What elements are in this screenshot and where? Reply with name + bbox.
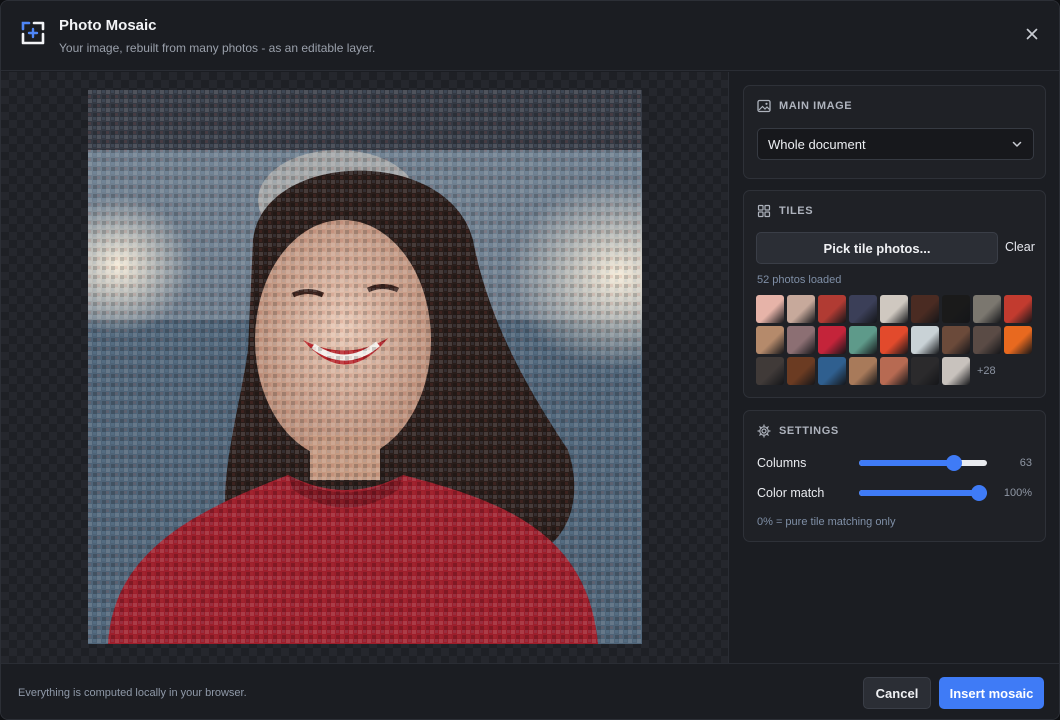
tile-thumbnail bbox=[849, 357, 877, 385]
color-match-hint: 0% = pure tile matching only bbox=[757, 516, 896, 528]
main-image-select[interactable]: Whole document bbox=[757, 128, 1034, 160]
tile-thumbnail bbox=[756, 357, 784, 385]
main-image-card: MAIN IMAGE Whole document bbox=[743, 85, 1046, 179]
clear-tiles-button[interactable]: Clear bbox=[1005, 240, 1035, 254]
tile-thumbnail bbox=[818, 326, 846, 354]
dialog-footer: Everything is computed locally in your b… bbox=[1, 663, 1059, 719]
dialog-header: Photo Mosaic Your image, rebuilt from ma… bbox=[1, 1, 1059, 71]
tile-thumbnail bbox=[787, 295, 815, 323]
dialog-title: Photo Mosaic bbox=[59, 17, 157, 34]
tiles-heading: TILES bbox=[779, 205, 814, 217]
tile-thumbnail bbox=[880, 357, 908, 385]
tile-thumbnail bbox=[911, 295, 939, 323]
photos-loaded-count: 52 photos loaded bbox=[757, 274, 842, 286]
more-photos-count: +28 bbox=[977, 365, 996, 377]
main-image-selected: Whole document bbox=[768, 136, 866, 152]
color-match-slider[interactable] bbox=[859, 485, 987, 501]
color-match-value: 100% bbox=[1003, 487, 1032, 499]
color-match-slider-knob[interactable] bbox=[971, 485, 987, 501]
columns-value: 63 bbox=[1019, 457, 1032, 469]
tile-thumbnail bbox=[756, 295, 784, 323]
tile-thumbnail bbox=[942, 326, 970, 354]
tile-thumbnail bbox=[942, 357, 970, 385]
close-button[interactable] bbox=[1023, 25, 1041, 43]
grid-icon bbox=[757, 204, 771, 218]
tile-thumbnail bbox=[973, 326, 1001, 354]
tile-thumbnail bbox=[849, 295, 877, 323]
main-image-heading: MAIN IMAGE bbox=[779, 100, 853, 112]
cancel-button[interactable]: Cancel bbox=[863, 677, 931, 709]
settings-card: SETTINGS Columns 63 Color match 100% 0% … bbox=[743, 410, 1046, 542]
columns-slider[interactable] bbox=[859, 455, 987, 471]
tile-thumbnail bbox=[911, 357, 939, 385]
tile-thumbnail bbox=[1004, 295, 1032, 323]
tile-thumbnail bbox=[911, 326, 939, 354]
photo-mosaic-dialog: Photo Mosaic Your image, rebuilt from ma… bbox=[0, 0, 1060, 720]
gear-icon bbox=[757, 424, 771, 438]
image-icon bbox=[757, 99, 771, 113]
pick-tile-photos-button[interactable]: Pick tile photos... bbox=[756, 232, 998, 264]
tile-thumbnail bbox=[880, 326, 908, 354]
settings-panel: MAIN IMAGE Whole document TILES Pick til… bbox=[730, 72, 1059, 663]
tile-thumbnail bbox=[818, 295, 846, 323]
color-match-label: Color match bbox=[757, 486, 825, 500]
settings-heading: SETTINGS bbox=[779, 425, 839, 437]
tile-thumbnail bbox=[787, 326, 815, 354]
tile-thumbnail bbox=[818, 357, 846, 385]
tile-thumbnail bbox=[787, 357, 815, 385]
tile-thumbnail bbox=[1004, 326, 1032, 354]
tile-thumbnail bbox=[849, 326, 877, 354]
tile-thumbnail bbox=[880, 295, 908, 323]
close-icon bbox=[1026, 28, 1038, 40]
local-compute-note: Everything is computed locally in your b… bbox=[18, 687, 247, 699]
mosaic-preview bbox=[88, 90, 642, 644]
columns-label: Columns bbox=[757, 456, 807, 470]
dialog-subtitle: Your image, rebuilt from many photos - a… bbox=[59, 41, 376, 55]
tile-thumbnail bbox=[973, 295, 1001, 323]
canvas-area bbox=[1, 72, 729, 663]
chevron-down-icon bbox=[1012, 141, 1022, 147]
tiles-card: TILES Pick tile photos... Clear 52 photo… bbox=[743, 190, 1046, 398]
tile-thumbnail bbox=[942, 295, 970, 323]
columns-slider-knob[interactable] bbox=[946, 455, 963, 471]
mosaic-logo-icon bbox=[20, 20, 46, 46]
insert-mosaic-button[interactable]: Insert mosaic bbox=[939, 677, 1044, 709]
tile-thumbnail bbox=[756, 326, 784, 354]
